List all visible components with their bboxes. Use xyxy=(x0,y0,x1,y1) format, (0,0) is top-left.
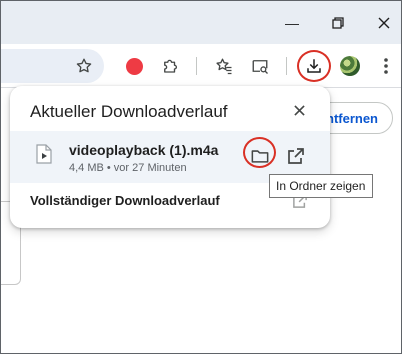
browser-toolbar xyxy=(1,44,401,88)
favorites-button[interactable] xyxy=(211,53,237,79)
minimize-button[interactable]: — xyxy=(269,1,315,44)
toolbar-divider xyxy=(286,57,287,75)
minimize-icon: — xyxy=(285,14,299,31)
open-file-button[interactable] xyxy=(282,142,310,170)
more-menu-icon xyxy=(384,58,388,74)
audio-file-icon xyxy=(36,144,52,164)
download-bubble: Aktueller Downloadverlauf videoplayback … xyxy=(10,86,330,228)
profile-avatar xyxy=(340,56,360,76)
close-window-button[interactable] xyxy=(361,1,401,44)
title-bar: — xyxy=(1,1,401,44)
record-extension-button[interactable] xyxy=(121,53,147,79)
favorites-icon xyxy=(216,58,232,75)
extensions-puzzle-icon xyxy=(164,59,178,73)
toolbar-divider xyxy=(196,57,197,75)
file-meta: 4,4 MB • vor 27 Minuten xyxy=(69,162,187,174)
search-tab-icon xyxy=(252,60,268,74)
search-tab-button[interactable] xyxy=(247,53,273,79)
full-history-link[interactable]: Vollständiger Downloadverlauf xyxy=(30,193,220,208)
open-external-icon xyxy=(288,148,304,164)
bookmark-star-button[interactable] xyxy=(71,53,97,79)
restore-button[interactable] xyxy=(315,1,361,44)
profile-button[interactable] xyxy=(337,53,363,79)
file-name: videoplayback (1).m4a xyxy=(69,142,219,158)
tooltip: In Ordner zeigen xyxy=(269,174,373,198)
browser-window: — ntfernen Aktueller Downloadverlauf vid… xyxy=(0,0,402,354)
download-highlight-ring xyxy=(297,50,331,82)
more-menu-button[interactable] xyxy=(373,53,399,79)
record-extension-icon xyxy=(125,57,143,75)
bookmark-star-icon xyxy=(76,58,92,73)
close-icon xyxy=(378,17,390,28)
tooltip-text: In Ordner zeigen xyxy=(276,179,366,193)
close-icon xyxy=(293,104,305,116)
folder-highlight-ring xyxy=(243,137,276,168)
bubble-close-button[interactable] xyxy=(288,99,310,121)
extensions-button[interactable] xyxy=(157,53,183,79)
background-remove-label: ntfernen xyxy=(326,110,378,126)
restore-icon xyxy=(332,16,344,29)
bubble-title: Aktueller Downloadverlauf xyxy=(30,102,228,121)
